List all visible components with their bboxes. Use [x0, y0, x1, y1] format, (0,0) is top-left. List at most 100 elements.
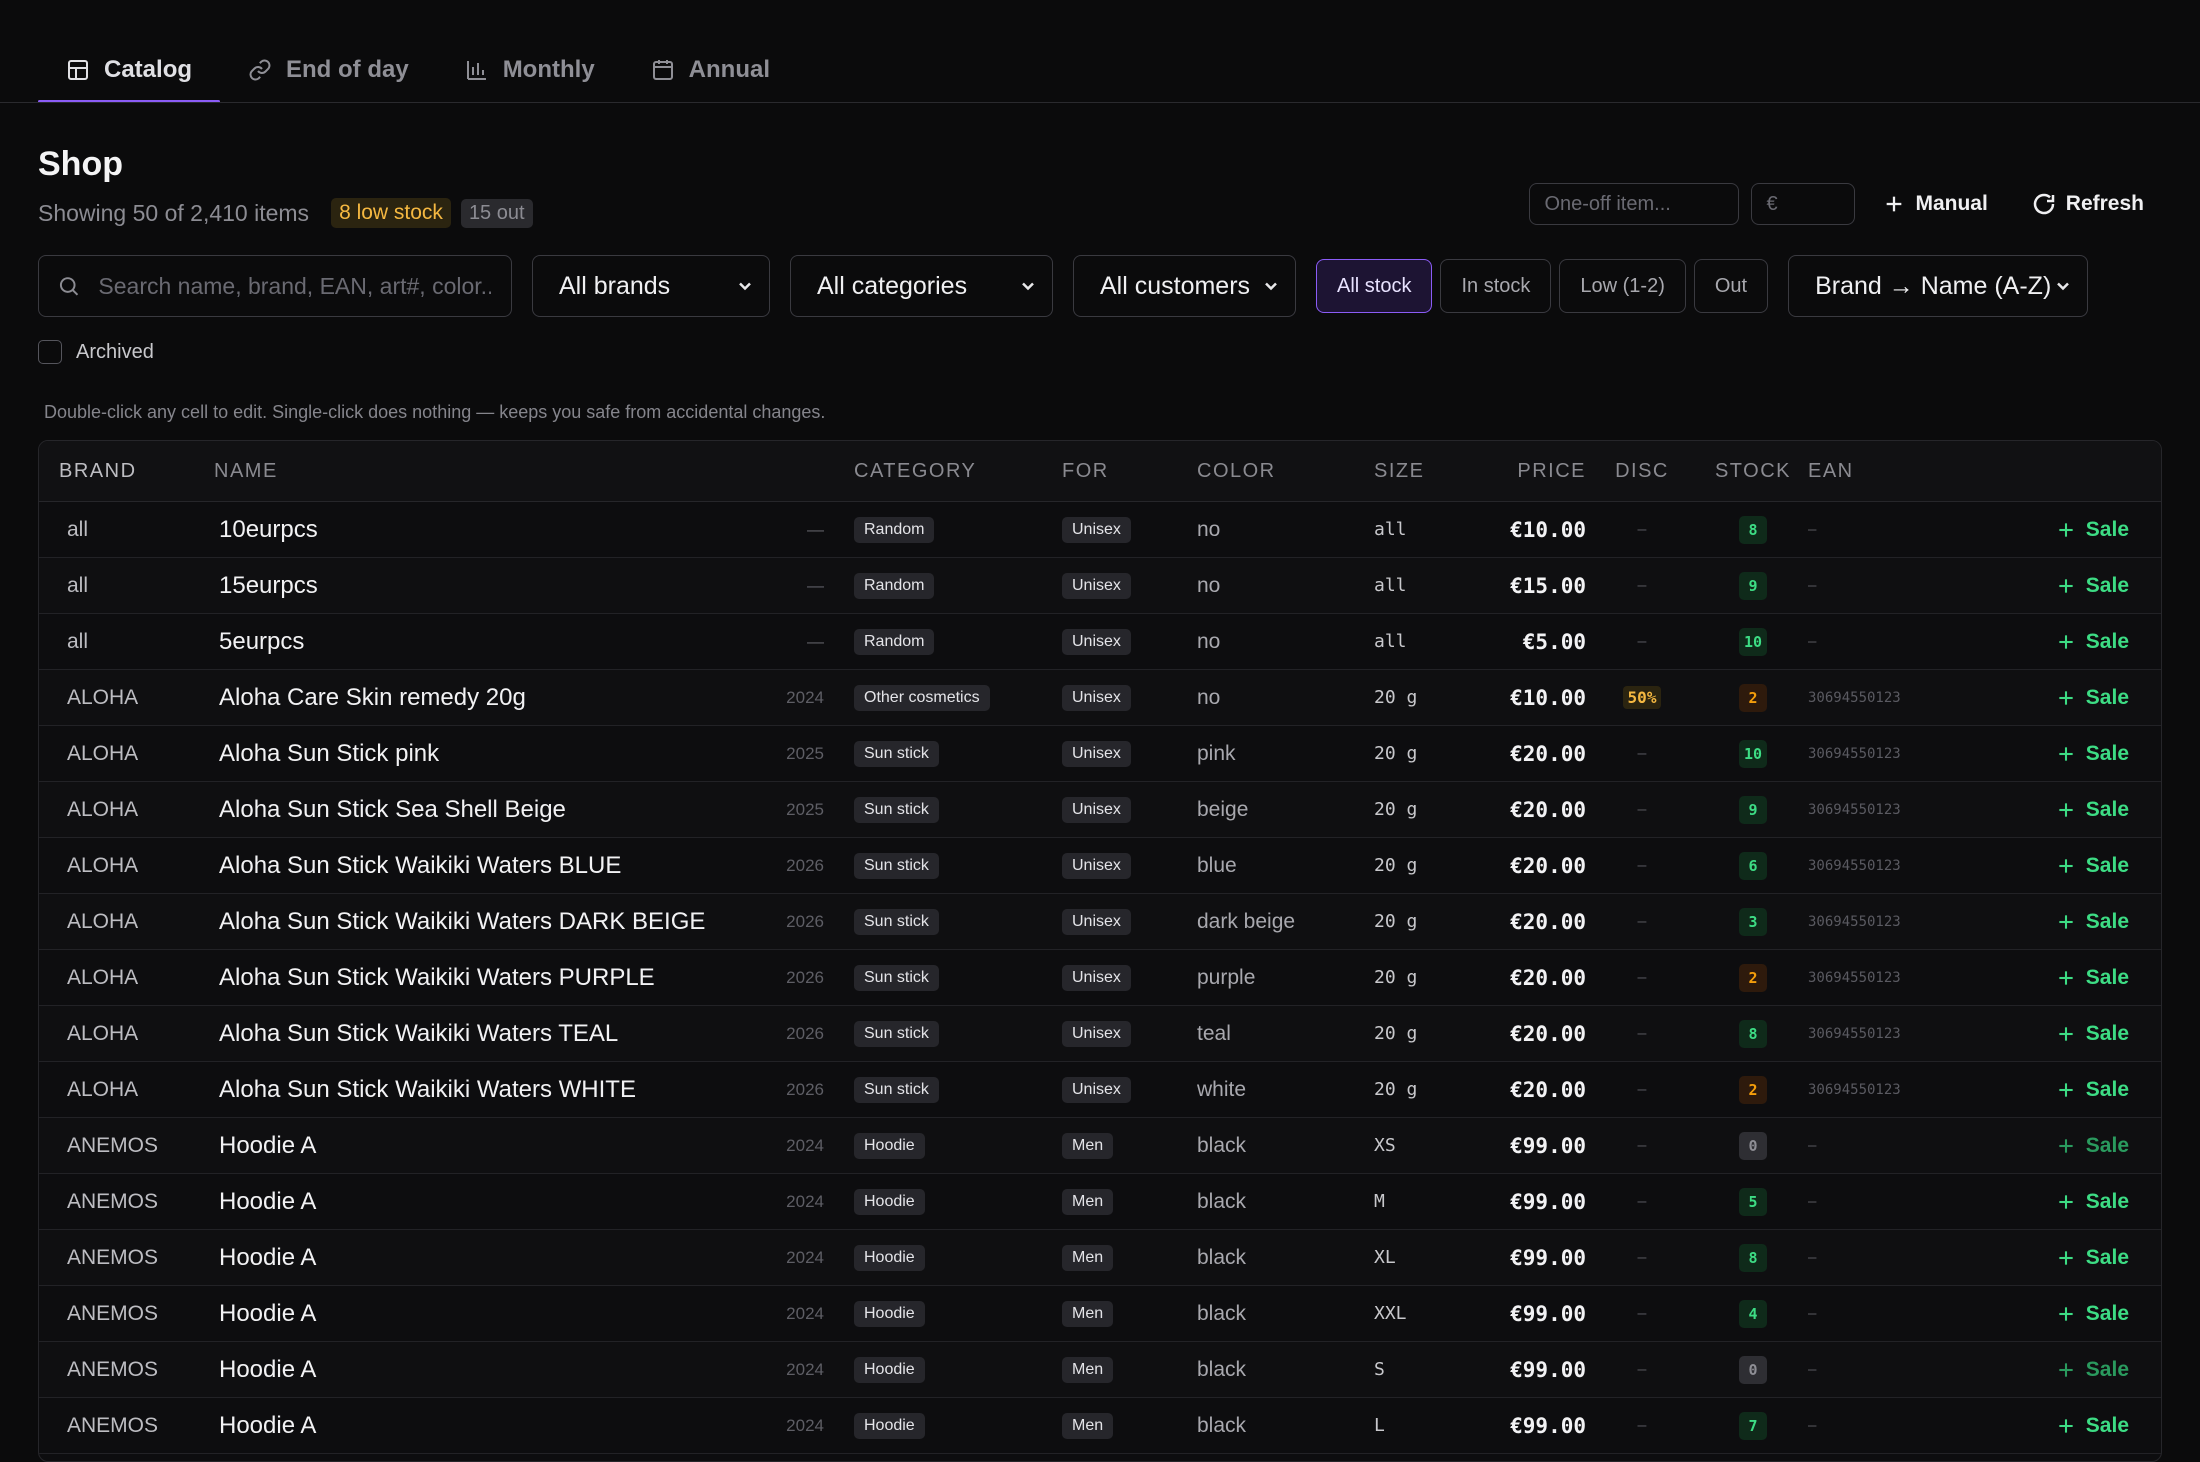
cell-category[interactable]: Hoodie — [854, 1300, 1062, 1327]
table-row[interactable]: ALOHA Aloha Care Skin remedy 20g 2024 Ot… — [39, 670, 2161, 726]
cell-color[interactable]: no — [1197, 518, 1374, 542]
cell-disc[interactable]: – — [1586, 1193, 1698, 1211]
cell-brand[interactable]: ALOHA — [39, 966, 194, 990]
cell-price[interactable]: €99.00 — [1476, 1358, 1586, 1382]
cell-color[interactable]: black — [1197, 1358, 1374, 1382]
cell-brand[interactable]: ANEMOS — [39, 1358, 194, 1382]
cell-color[interactable]: black — [1197, 1414, 1374, 1438]
cell-name[interactable]: Aloha Sun Stick pink — [194, 740, 734, 768]
cell-name[interactable]: Hoodie A — [194, 1244, 734, 1272]
refresh-button[interactable]: Refresh — [2016, 183, 2160, 225]
sale-button[interactable]: Sale — [2056, 1246, 2129, 1270]
cell-category[interactable]: Sun stick — [854, 908, 1062, 935]
cell-stock[interactable]: 4 — [1698, 1299, 1808, 1328]
cell-ean[interactable]: 30694550123 — [1808, 914, 1988, 930]
table-row[interactable]: all 5eurpcs — Random Unisex no all €5.00… — [39, 614, 2161, 670]
cell-name[interactable]: Aloha Sun Stick Waikiki Waters WHITE — [194, 1076, 734, 1104]
cell-color[interactable]: blue — [1197, 854, 1374, 878]
cell-size[interactable]: S — [1374, 1359, 1476, 1380]
table-row[interactable]: ANEMOS Hoodie A 2024 Hoodie Men black L … — [39, 1398, 2161, 1454]
cell-disc[interactable]: 50% — [1586, 686, 1698, 709]
cell-for[interactable]: Men — [1062, 1356, 1197, 1383]
cell-for[interactable]: Unisex — [1062, 628, 1197, 655]
table-row[interactable]: ANEMOS Hoodie A 2024 Hoodie Men black XS… — [39, 1118, 2161, 1174]
header-color[interactable]: COLOR — [1197, 460, 1374, 483]
table-row[interactable]: ANEMOS Hoodie A 2024 Hoodie Men black M … — [39, 1174, 2161, 1230]
cell-price[interactable]: €5.00 — [1476, 630, 1586, 654]
cell-color[interactable]: dark beige — [1197, 910, 1374, 934]
cell-stock[interactable]: 7 — [1698, 1411, 1808, 1440]
cell-brand[interactable]: ALOHA — [39, 742, 194, 766]
cell-stock[interactable]: 9 — [1698, 795, 1808, 824]
cell-color[interactable]: black — [1197, 1246, 1374, 1270]
cell-color[interactable]: no — [1197, 686, 1374, 710]
cell-size[interactable]: 20 g — [1374, 687, 1476, 708]
cell-category[interactable]: Hoodie — [854, 1356, 1062, 1383]
cell-color[interactable]: pink — [1197, 742, 1374, 766]
cell-brand[interactable]: ALOHA — [39, 910, 194, 934]
cell-color[interactable]: white — [1197, 1078, 1374, 1102]
cell-category[interactable]: Hoodie — [854, 1132, 1062, 1159]
sale-button[interactable]: Sale — [2056, 1022, 2129, 1046]
table-row[interactable]: ANEMOS Hoodie A 2024 Hoodie Men black S … — [39, 1342, 2161, 1398]
cell-name[interactable]: Aloha Sun Stick Waikiki Waters BLUE — [194, 852, 734, 880]
cell-name[interactable]: Hoodie A — [194, 1188, 734, 1216]
brand-select[interactable]: All brands — [532, 255, 770, 317]
cell-stock[interactable]: 10 — [1698, 627, 1808, 656]
cell-disc[interactable]: – — [1586, 913, 1698, 931]
header-category[interactable]: CATEGORY — [854, 460, 1062, 483]
cell-price[interactable]: €20.00 — [1476, 854, 1586, 878]
cell-for[interactable]: Men — [1062, 1300, 1197, 1327]
cell-stock[interactable]: 10 — [1698, 739, 1808, 768]
cell-stock[interactable]: 9 — [1698, 571, 1808, 600]
cell-ean[interactable]: – — [1808, 1138, 1988, 1154]
cell-for[interactable]: Unisex — [1062, 908, 1197, 935]
cell-price[interactable]: €15.00 — [1476, 574, 1586, 598]
cell-size[interactable]: all — [1374, 519, 1476, 540]
out-of-stock-badge[interactable]: 15 out — [460, 198, 533, 228]
cell-category[interactable]: Random — [854, 572, 1062, 599]
table-row[interactable]: all 15eurpcs — Random Unisex no all €15.… — [39, 558, 2161, 614]
category-select[interactable]: All categories — [790, 255, 1053, 317]
cell-brand[interactable]: ALOHA — [39, 854, 194, 878]
table-row[interactable]: ALOHA Aloha Sun Stick Waikiki Waters DAR… — [39, 894, 2161, 950]
cell-category[interactable]: Sun stick — [854, 796, 1062, 823]
table-row[interactable]: ALOHA Aloha Sun Stick pink 2025 Sun stic… — [39, 726, 2161, 782]
table-row[interactable]: ALOHA Aloha Sun Stick Waikiki Waters WHI… — [39, 1062, 2161, 1118]
cell-brand[interactable]: all — [39, 574, 194, 598]
cell-for[interactable]: Unisex — [1062, 740, 1197, 767]
low-stock-badge[interactable]: 8 low stock — [331, 198, 451, 228]
cell-size[interactable]: L — [1374, 1415, 1476, 1436]
cell-ean[interactable]: – — [1808, 1250, 1988, 1266]
cell-name[interactable]: Aloha Sun Stick Sea Shell Beige — [194, 796, 734, 824]
cell-category[interactable]: Sun stick — [854, 964, 1062, 991]
table-row[interactable]: ALOHA Aloha Sun Stick Waikiki Waters BLU… — [39, 838, 2161, 894]
cell-name[interactable]: Hoodie A — [194, 1300, 734, 1328]
cell-ean[interactable]: 30694550123 — [1808, 970, 1988, 986]
table-row[interactable]: ANEMOS Hoodie A 2024 Hoodie Men black XX… — [39, 1286, 2161, 1342]
cell-price[interactable]: €20.00 — [1476, 742, 1586, 766]
cell-color[interactable]: no — [1197, 574, 1374, 598]
cell-ean[interactable]: – — [1808, 578, 1988, 594]
cell-price[interactable]: €20.00 — [1476, 1078, 1586, 1102]
cell-disc[interactable]: – — [1586, 521, 1698, 539]
cell-disc[interactable]: – — [1586, 1305, 1698, 1323]
tab-end-of-day[interactable]: End of day — [220, 38, 437, 102]
cell-size[interactable]: XS — [1374, 1135, 1476, 1156]
cell-stock[interactable]: 5 — [1698, 1187, 1808, 1216]
cell-price[interactable]: €99.00 — [1476, 1134, 1586, 1158]
cell-for[interactable]: Unisex — [1062, 684, 1197, 711]
cell-for[interactable]: Men — [1062, 1412, 1197, 1439]
cell-for[interactable]: Men — [1062, 1188, 1197, 1215]
cell-stock[interactable]: 8 — [1698, 1243, 1808, 1272]
cell-for[interactable]: Men — [1062, 1244, 1197, 1271]
cell-category[interactable]: Sun stick — [854, 1020, 1062, 1047]
header-disc[interactable]: DISC — [1586, 460, 1698, 483]
sale-button[interactable]: Sale — [2056, 1302, 2129, 1326]
cell-ean[interactable]: – — [1808, 1306, 1988, 1322]
cell-for[interactable]: Unisex — [1062, 852, 1197, 879]
cell-for[interactable]: Unisex — [1062, 1076, 1197, 1103]
cell-name[interactable]: 10eurpcs — [194, 516, 734, 544]
sale-button[interactable]: Sale — [2056, 1358, 2129, 1382]
cell-price[interactable]: €10.00 — [1476, 518, 1586, 542]
